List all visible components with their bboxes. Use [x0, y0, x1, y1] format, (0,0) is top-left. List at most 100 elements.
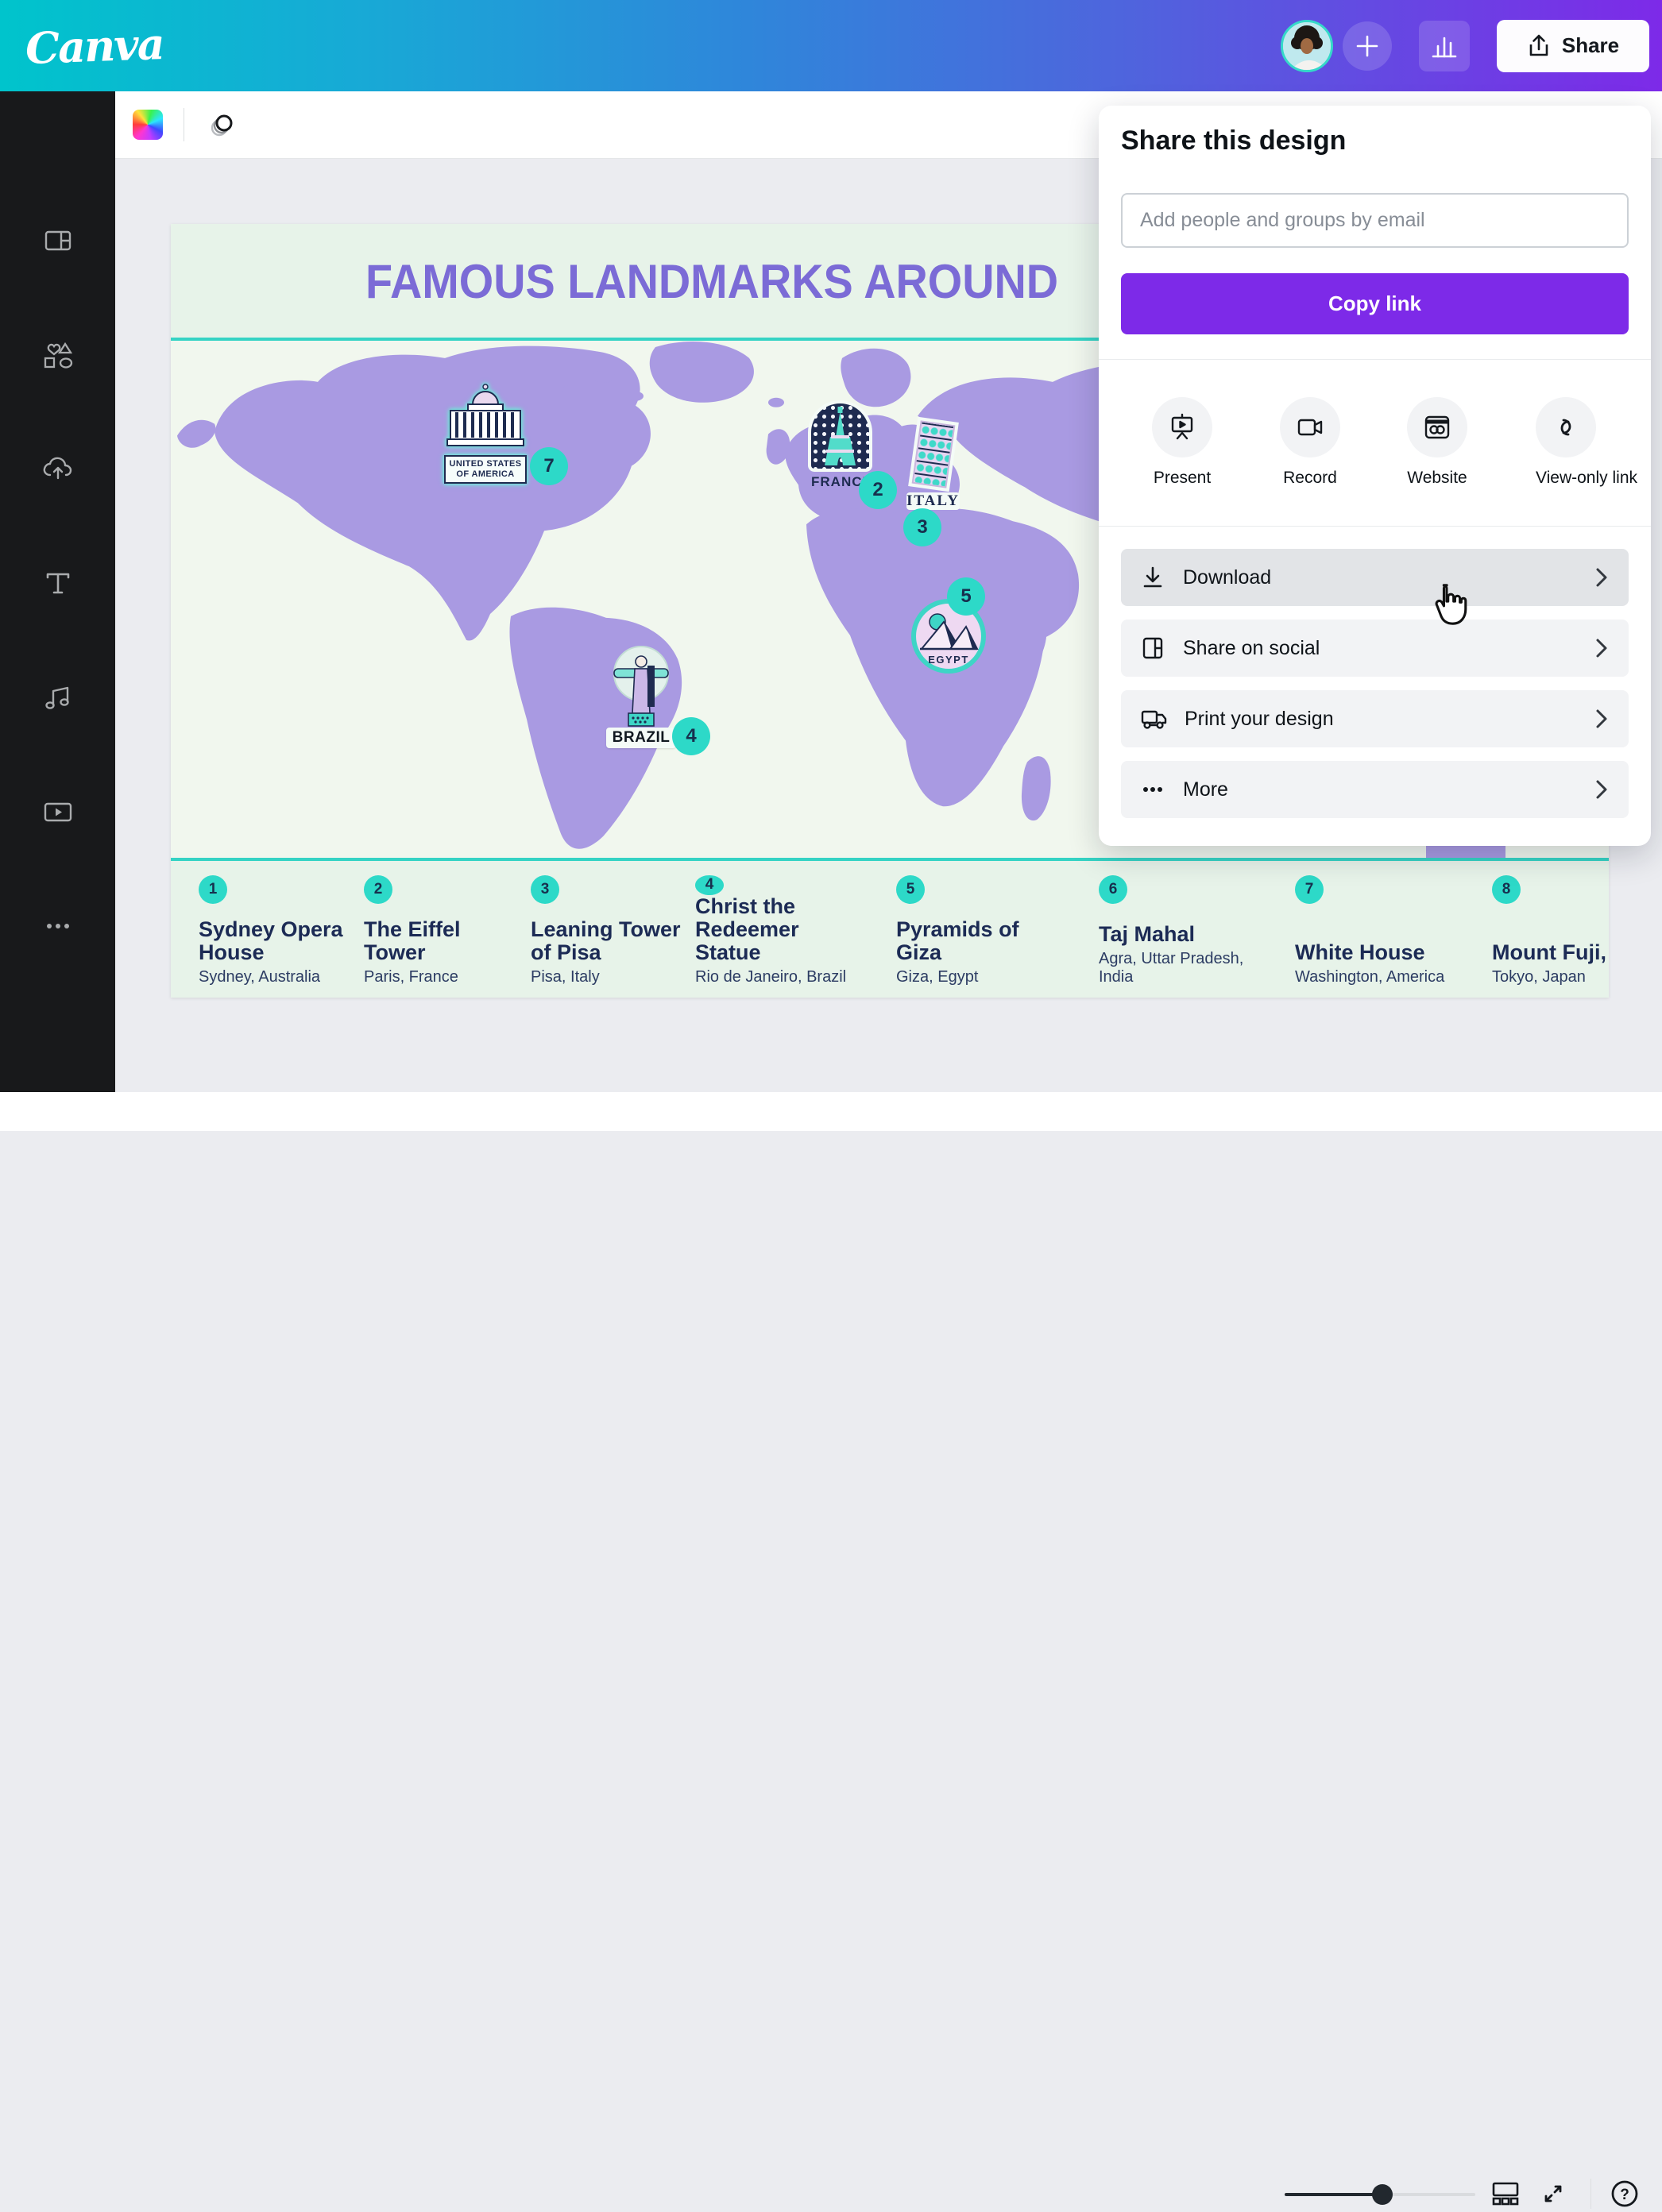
badge-number: 5 [960, 585, 971, 608]
chevron-right-icon [1594, 566, 1610, 589]
zoom-slider-knob[interactable] [1372, 2184, 1393, 2205]
landmark-location: Washington, America [1295, 968, 1454, 986]
map-number-badge[interactable]: 3 [903, 508, 941, 546]
bottom-bar: ? [0, 1092, 1662, 1131]
create-design-button[interactable] [1343, 21, 1392, 71]
landmark-list-item[interactable]: 4 Christ the Redeemer Statue Rio de Jane… [695, 875, 854, 986]
sticker-italy-label: ITALY [906, 492, 960, 510]
panel-divider [1099, 359, 1651, 360]
view-only-link-label: View-only link [1536, 469, 1596, 488]
map-number-badge[interactable]: 5 [947, 577, 985, 616]
map-number-badge[interactable]: 7 [530, 447, 568, 485]
website-icon [1422, 412, 1452, 442]
share-upload-icon [1527, 33, 1551, 59]
eiffel-tower-icon [811, 403, 869, 469]
badge-number: 2 [872, 479, 883, 501]
landmark-location: Agra, Uttar Pradesh, India [1099, 950, 1258, 986]
sidebar-item-templates[interactable] [40, 222, 76, 259]
website-action[interactable]: Website [1407, 397, 1467, 488]
view-only-link-icon [1551, 412, 1581, 442]
sticker-france-eiffel[interactable]: FRANCE [811, 403, 869, 490]
map-number-badge[interactable]: 4 [672, 717, 710, 755]
chevron-right-icon [1594, 778, 1610, 801]
share-panel-title: Share this design [1121, 125, 1629, 156]
share-email-input[interactable] [1121, 193, 1629, 248]
landmark-number-badge: 7 [1295, 875, 1324, 904]
sidebar-item-uploads[interactable] [40, 450, 76, 487]
share-on-social-label: Share on social [1183, 637, 1320, 660]
help-button[interactable]: ? [1606, 2175, 1643, 2212]
landmark-list-item[interactable]: 8 Mount Fuji, Tokyo, Japan [1492, 875, 1651, 986]
more-label: More [1183, 778, 1228, 801]
print-truck-icon [1140, 706, 1167, 732]
more-dots-icon [1140, 777, 1165, 802]
record-icon [1295, 412, 1325, 442]
bottom-bar-divider [1590, 2179, 1591, 2209]
design-title-text[interactable]: FAMOUS LANDMARKS AROUND [365, 254, 1058, 309]
sticker-italy-pisa[interactable]: ITALY [906, 423, 960, 510]
download-icon [1140, 565, 1165, 590]
landmark-location: Paris, France [364, 968, 523, 986]
landmark-legend: 1 Sydney Opera House Sydney, Australia 2… [171, 861, 1609, 998]
badge-number: 4 [686, 725, 696, 747]
sidebar-item-music[interactable] [40, 679, 76, 716]
landmark-list-item[interactable]: 1 Sydney Opera House Sydney, Australia [199, 875, 358, 986]
sidebar-item-video[interactable] [40, 793, 76, 830]
pisa-tower-icon [911, 420, 955, 488]
canva-logo[interactable]: Canva [25, 17, 164, 73]
sidebar-item-text[interactable] [40, 565, 76, 601]
print-your-design-label: Print your design [1185, 708, 1334, 731]
share-button[interactable]: Share [1497, 20, 1649, 72]
record-label: Record [1280, 469, 1340, 488]
question-mark-glyph: ? [1620, 2187, 1629, 2203]
insights-button[interactable] [1419, 21, 1470, 71]
fullscreen-button[interactable] [1535, 2175, 1571, 2212]
badge-number: 3 [917, 516, 927, 539]
landmark-name: Christ the Redeemer Statue [695, 895, 854, 964]
badge-number: 7 [543, 455, 554, 477]
present-action[interactable]: Present [1152, 397, 1212, 488]
zoom-slider[interactable] [1285, 2193, 1475, 2196]
share-on-social-row[interactable]: Share on social [1121, 620, 1629, 677]
chevron-right-icon [1594, 637, 1610, 659]
landmark-number-badge: 1 [199, 875, 227, 904]
sidebar-item-elements[interactable] [40, 337, 76, 373]
more-row[interactable]: More [1121, 761, 1629, 818]
sticker-egypt-label: EGYPT [928, 654, 969, 666]
landmark-number-badge: 2 [364, 875, 392, 904]
landmark-location: Sydney, Australia [199, 968, 358, 986]
landmark-list-item[interactable]: 5 Pyramids of Giza Giza, Egypt [896, 875, 1055, 986]
copy-link-button[interactable]: Copy link [1121, 273, 1629, 334]
landmark-location: Tokyo, Japan [1492, 968, 1651, 986]
sticker-brazil-christ[interactable]: BRAZIL [613, 645, 670, 755]
sticker-usa-capitol[interactable]: UNITED STATES OF AMERICA [444, 382, 527, 484]
view-only-link-action[interactable]: View-only link [1536, 397, 1596, 488]
map-number-badge[interactable]: 2 [859, 471, 897, 509]
color-swatch-button[interactable] [133, 110, 163, 140]
landmark-number-badge: 8 [1492, 875, 1521, 904]
share-social-icon [1140, 635, 1165, 661]
present-label: Present [1152, 469, 1212, 488]
landmark-number-badge: 3 [531, 875, 559, 904]
landmark-name: Sydney Opera House [199, 918, 358, 964]
print-your-design-row[interactable]: Print your design [1121, 690, 1629, 747]
present-icon [1167, 412, 1197, 442]
grid-view-button[interactable] [1487, 2175, 1524, 2212]
panel-divider [1099, 526, 1651, 527]
bar-chart-icon [1430, 32, 1459, 60]
download-row[interactable]: Download [1121, 549, 1629, 606]
transparency-button[interactable] [205, 107, 240, 142]
landmark-location: Giza, Egypt [896, 968, 1055, 986]
landmark-list-item[interactable]: 7 White House Washington, America [1295, 875, 1454, 986]
landmark-list-item[interactable]: 3 Leaning Tower of Pisa Pisa, Italy [531, 875, 690, 986]
record-action[interactable]: Record [1280, 397, 1340, 488]
website-label: Website [1407, 469, 1467, 488]
avatar[interactable] [1281, 20, 1333, 72]
sticker-brazil-label: BRAZIL [606, 728, 676, 748]
landmark-number-badge: 4 [695, 875, 724, 895]
christ-redeemer-icon [613, 645, 670, 732]
landmark-name: Leaning Tower of Pisa [531, 918, 690, 964]
landmark-list-item[interactable]: 2 The Eiffel Tower Paris, France [364, 875, 523, 986]
sidebar-item-more[interactable] [40, 908, 76, 944]
landmark-list-item[interactable]: 6 Taj Mahal Agra, Uttar Pradesh, India [1099, 875, 1258, 986]
